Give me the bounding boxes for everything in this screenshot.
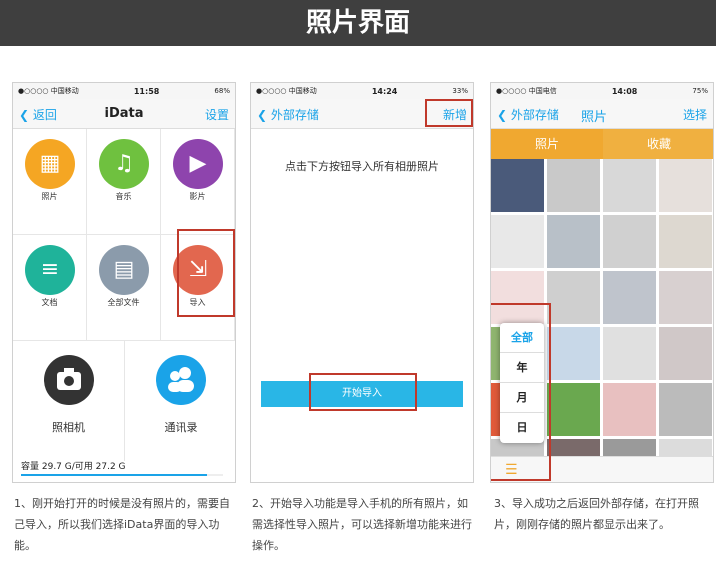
tab-favorites[interactable]: 收藏 [603, 129, 713, 159]
music-icon: ♫ [99, 139, 149, 189]
caption-1: 1、刚开始打开的时候是没有照片的，需要自己导入，所以我们选择iData界面的导入… [14, 497, 230, 552]
time-text: 14:08 [611, 86, 638, 96]
import-instruction: 点击下方按钮导入所有相册照片 [285, 160, 439, 173]
grid-item-label: 文档 [41, 298, 58, 307]
back-button[interactable]: ❮ 外部存储 [257, 106, 319, 123]
grid-item[interactable]: ▦ 照片 [13, 129, 87, 235]
photo-thumbnail[interactable] [659, 159, 712, 212]
status-bar: ●○○○○ 中国移动 14:24 33% [251, 83, 473, 99]
storage-text: 容量 29.7 G/可用 27.2 G [21, 462, 126, 472]
contacts-icon [156, 355, 206, 405]
highlight-start [309, 373, 417, 411]
grid-item-label: 照片 [41, 192, 58, 201]
photo-thumbnail[interactable] [659, 327, 712, 380]
back-label: 外部存储 [510, 108, 559, 122]
status-bar: ●○○○○ 中国电信 14:08 75% [491, 83, 713, 99]
photo-thumbnail[interactable] [659, 215, 712, 268]
chevron-left-icon: ❮ [257, 108, 271, 122]
highlight-add [425, 99, 473, 127]
battery-text: 75% [692, 87, 708, 95]
phone-screen-2: ●○○○○ 中国移动 14:24 33% ❮ 外部存储 新增 点击下方按钮导入所… [250, 82, 474, 483]
photo-thumbnail[interactable] [547, 159, 600, 212]
caption-2: 2、开始导入功能是导入手机的所有照片，如需选择性导入照片，可以选择新增功能来进行… [252, 497, 472, 552]
highlight-import [177, 229, 235, 317]
app-title: iData [104, 106, 144, 121]
photo-thumbnail[interactable] [491, 215, 544, 268]
photo-thumbnail[interactable] [603, 159, 656, 212]
grid-item[interactable]: ▶ 影片 [161, 129, 235, 235]
carrier-text: ●○○○○ 中国电信 [496, 87, 557, 95]
photo-thumbnail[interactable] [491, 159, 544, 212]
photo-thumbnail[interactable] [659, 383, 712, 436]
grid-item[interactable]: ▤ 全部文件 [87, 235, 161, 341]
back-button[interactable]: ❮ 外部存储 [497, 106, 559, 123]
photo-thumbnail[interactable] [547, 271, 600, 324]
photo-thumbnail[interactable] [603, 327, 656, 380]
chevron-left-icon: ❮ [497, 108, 511, 122]
photo-thumbnail[interactable] [603, 271, 656, 324]
tab-bar: 照片 收藏 [491, 129, 713, 159]
photo-icon: ▦ [25, 139, 75, 189]
phone-screen-3: ●○○○○ 中国电信 14:08 75% ❮ 外部存储 照片 选择 照片 收藏 … [490, 82, 714, 483]
tab-photos[interactable]: 照片 [491, 129, 603, 159]
battery-text: 68% [214, 87, 230, 95]
document-icon: ≡ [25, 245, 75, 295]
all-files-icon: ▤ [99, 245, 149, 295]
highlight-filter [491, 303, 551, 481]
photos-title: 照片 [581, 110, 608, 125]
photo-thumbnail[interactable] [547, 383, 600, 436]
carrier-text: ●○○○○ 中国移动 [18, 87, 79, 95]
camera-icon [44, 355, 94, 405]
nav-bar: ❮ 返回 iData 设置 [13, 99, 235, 129]
nav-bar: ❮ 外部存储 照片 选择 [491, 99, 713, 129]
photo-thumbnail[interactable] [603, 383, 656, 436]
carrier-text: ●○○○○ 中国移动 [256, 87, 317, 95]
contacts-label: 通讯录 [164, 421, 198, 434]
back-label: 外部存储 [270, 108, 319, 122]
video-icon: ▶ [173, 139, 223, 189]
phone-screen-1: ●○○○○ 中国移动 11:58 68% ❮ 返回 iData 设置 ▦ 照片 ♫ 音… [12, 82, 236, 483]
grid-item-label: 影片 [189, 192, 206, 201]
time-text: 14:24 [371, 86, 398, 96]
photo-thumbnail[interactable] [659, 271, 712, 324]
contacts-item[interactable]: 通讯录 [125, 341, 235, 461]
storage-bar [21, 474, 223, 476]
grid-item[interactable]: ≡ 文档 [13, 235, 87, 341]
grid-item-label: 全部文件 [107, 298, 140, 307]
grid-item-label: 音乐 [115, 192, 132, 201]
photo-thumbnail[interactable] [603, 215, 656, 268]
status-bar: ●○○○○ 中国移动 11:58 68% [13, 83, 235, 99]
select-button[interactable]: 选择 [683, 106, 707, 123]
photo-thumbnail[interactable] [547, 215, 600, 268]
camera-item[interactable]: 照相机 [13, 341, 125, 461]
caption-3: 3、导入成功之后返回外部存储，在打开照片，刚刚存储的照片都显示出来了。 [494, 497, 699, 531]
storage-bar-fill [21, 474, 207, 476]
photo-thumbnail[interactable] [547, 327, 600, 380]
grid-item[interactable]: ♫ 音乐 [87, 129, 161, 235]
time-text: 11:58 [133, 86, 160, 96]
settings-button[interactable]: 设置 [205, 106, 229, 123]
battery-text: 33% [452, 87, 468, 95]
banner-title: 照片界面 [0, 0, 716, 46]
camera-label: 照相机 [52, 421, 85, 434]
